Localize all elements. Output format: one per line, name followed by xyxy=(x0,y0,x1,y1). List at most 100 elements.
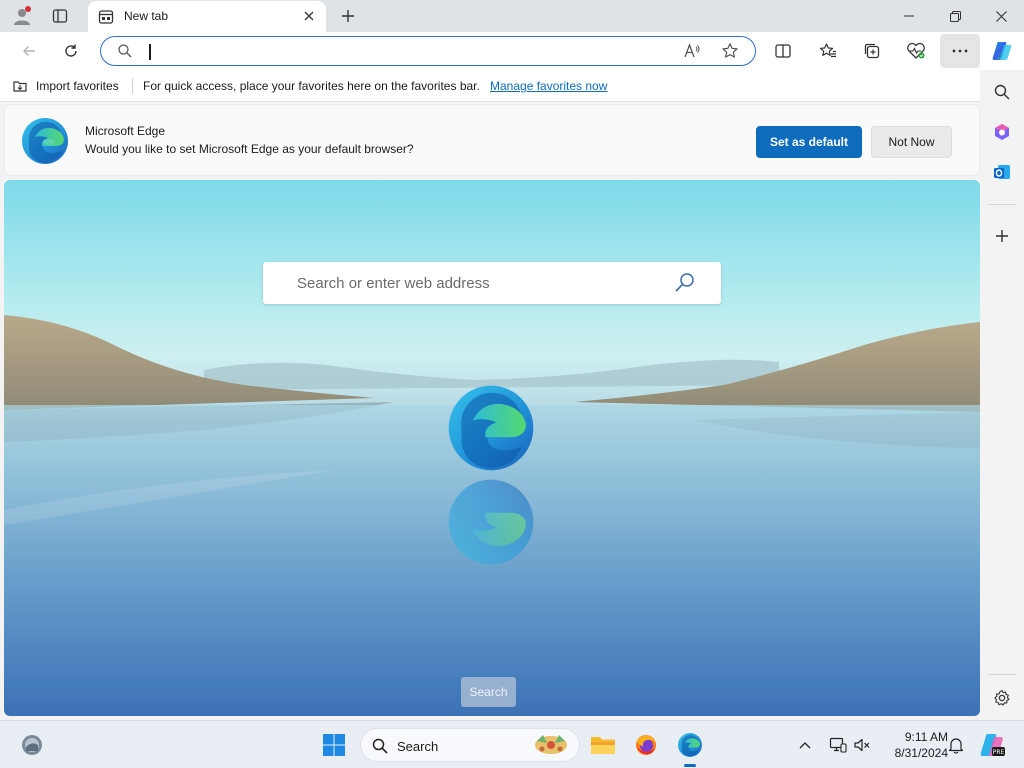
firefox-button[interactable] xyxy=(630,729,662,761)
ntp-search-button[interactable]: Search xyxy=(461,677,516,707)
tab-close-button[interactable] xyxy=(298,5,320,27)
search-icon xyxy=(372,738,388,754)
close-icon xyxy=(995,10,1007,22)
favorite-star-icon[interactable] xyxy=(721,42,739,60)
volume-button[interactable] xyxy=(850,733,874,757)
active-app-indicator xyxy=(684,764,696,767)
taskbar-search-box[interactable]: Search xyxy=(360,728,580,762)
search-icon xyxy=(118,44,132,58)
bell-icon xyxy=(948,738,964,754)
widgets-button[interactable] xyxy=(16,729,48,761)
favorites-divider xyxy=(132,78,133,94)
edge-logo-reflection xyxy=(448,479,534,565)
tab-actions-icon xyxy=(52,9,68,23)
favorites-bar: Import favorites For quick access, place… xyxy=(0,70,980,102)
edge-sidebar xyxy=(980,70,1024,720)
manage-favorites-link[interactable]: Manage favorites now xyxy=(490,79,607,93)
copilot-icon xyxy=(992,42,1012,60)
system-clock[interactable]: 9:11 AM 8/31/2024 xyxy=(878,729,948,761)
sidebar-search-button[interactable] xyxy=(988,78,1016,106)
copilot-preview-icon[interactable]: PRE xyxy=(978,731,1006,759)
not-now-button[interactable]: Not Now xyxy=(871,126,952,158)
back-button[interactable] xyxy=(14,36,44,66)
plus-icon xyxy=(342,10,354,22)
minimize-button[interactable] xyxy=(886,0,932,32)
sidebar-add-button[interactable] xyxy=(988,222,1016,250)
edge-icon xyxy=(678,733,702,757)
favorites-icon xyxy=(819,43,836,58)
banner-subtitle: Would you like to set Microsoft Edge as … xyxy=(85,142,414,156)
favorites-bar-message: For quick access, place your favorites h… xyxy=(143,79,480,93)
new-tab-page: Search xyxy=(4,180,980,716)
notification-dot xyxy=(25,6,31,12)
banner-title: Microsoft Edge xyxy=(85,124,166,138)
new-tab-button[interactable] xyxy=(334,4,362,28)
import-favorites-label: Import favorites xyxy=(36,79,119,93)
close-icon xyxy=(304,11,314,21)
network-button[interactable] xyxy=(826,733,850,757)
volume-muted-icon xyxy=(854,738,870,752)
restore-button[interactable] xyxy=(932,0,978,32)
file-explorer-button[interactable] xyxy=(587,729,619,761)
refresh-icon xyxy=(65,44,77,57)
collections-icon xyxy=(864,43,880,59)
chevron-up-icon xyxy=(799,742,811,749)
start-button[interactable] xyxy=(318,729,350,761)
set-as-default-button[interactable]: Set as default xyxy=(756,126,862,158)
tab-title: New tab xyxy=(124,9,169,23)
import-favorites-button[interactable]: Import favorites xyxy=(12,78,119,94)
search-icon xyxy=(994,84,1010,100)
title-bar: New tab xyxy=(0,0,1024,32)
edge-logo-icon xyxy=(448,385,534,471)
sidebar-settings-button[interactable] xyxy=(988,684,1016,712)
ntp-search-input[interactable] xyxy=(297,273,657,293)
refresh-button[interactable] xyxy=(56,36,86,66)
outlook-icon xyxy=(994,165,1010,179)
favorites-button[interactable] xyxy=(812,36,844,66)
copilot-button[interactable] xyxy=(986,36,1018,66)
split-screen-button[interactable] xyxy=(767,36,799,66)
edge-logo-icon xyxy=(22,118,68,164)
restore-icon xyxy=(949,10,961,22)
minimize-icon xyxy=(904,15,914,17)
add-icon xyxy=(996,230,1008,242)
network-icon xyxy=(829,737,847,753)
collections-button[interactable] xyxy=(856,36,888,66)
clock-date: 8/31/2024 xyxy=(894,746,948,760)
ntp-search-box[interactable] xyxy=(263,262,721,304)
profile-button[interactable] xyxy=(8,4,36,28)
read-aloud-icon[interactable] xyxy=(683,42,701,60)
browser-essentials-icon xyxy=(907,42,925,59)
new-tab-page-icon xyxy=(98,10,114,24)
browser-toolbar xyxy=(0,32,1024,70)
file-explorer-icon xyxy=(591,737,615,754)
sidebar-divider xyxy=(988,204,1016,205)
search-highlight-icon xyxy=(535,735,567,754)
settings-and-more-button[interactable] xyxy=(940,34,980,68)
search-icon[interactable] xyxy=(673,271,697,295)
window-close-button[interactable] xyxy=(978,0,1024,32)
copilot-m365-icon xyxy=(995,124,1009,140)
edge-taskbar-button[interactable] xyxy=(674,729,706,767)
widgets-icon xyxy=(22,735,42,755)
address-input[interactable] xyxy=(145,41,665,61)
tab-actions-button[interactable] xyxy=(46,4,74,28)
browser-essentials-button[interactable] xyxy=(900,36,932,66)
address-bar[interactable] xyxy=(100,36,756,66)
default-browser-banner: Microsoft Edge Would you like to set Mic… xyxy=(4,104,980,176)
back-icon xyxy=(23,46,35,56)
start-icon xyxy=(323,734,345,756)
notifications-button[interactable] xyxy=(944,733,968,757)
show-hidden-icons-button[interactable] xyxy=(793,733,817,757)
clock-time: 9:11 AM xyxy=(904,730,948,744)
sidebar-m365-button[interactable] xyxy=(988,118,1016,146)
sidebar-divider xyxy=(988,674,1016,675)
windows-taskbar: Search 9:11 AM 8/31/2024 PRE xyxy=(0,720,1024,768)
taskbar-search-label: Search xyxy=(397,739,439,754)
settings-icon xyxy=(994,689,1010,706)
tab-new-tab[interactable]: New tab xyxy=(88,1,326,32)
import-icon xyxy=(13,81,27,92)
text-caret xyxy=(149,44,151,60)
sidebar-outlook-button[interactable] xyxy=(988,158,1016,186)
firefox-icon xyxy=(636,735,656,755)
